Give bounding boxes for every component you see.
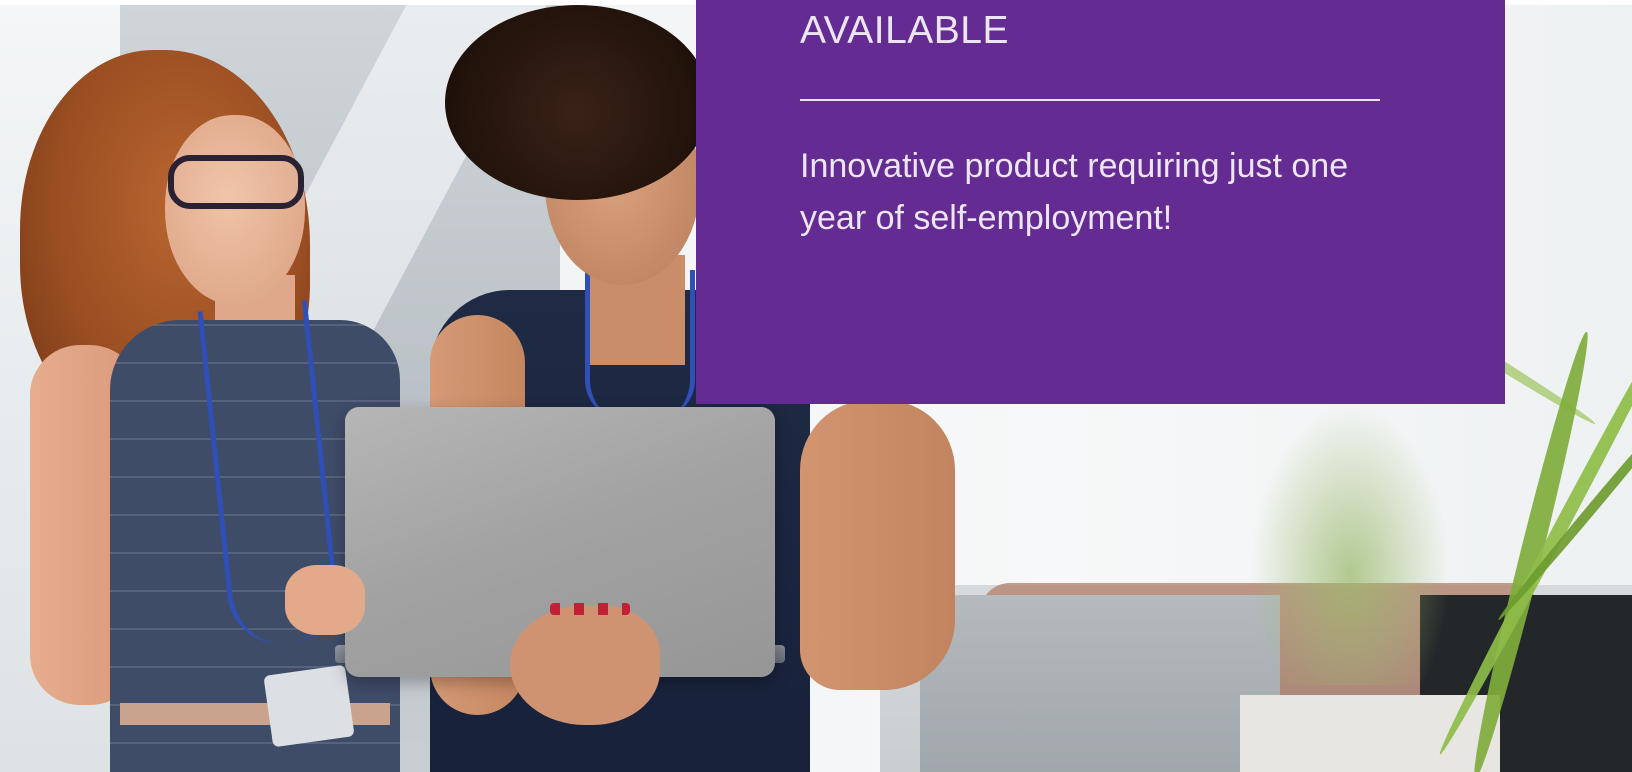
- person-left-face: [165, 115, 305, 305]
- background-plant-blurred: [1250, 405, 1450, 685]
- lanyard: [585, 270, 695, 420]
- painted-nails: [550, 603, 630, 615]
- person-right-hand: [510, 605, 660, 725]
- person-right-arm: [800, 400, 955, 690]
- promo-text: Innovative product requiring just one ye…: [800, 147, 1349, 237]
- glasses-icon: [168, 155, 304, 209]
- promo-panel: AVAILABLE Innovative product requiring j…: [696, 0, 1505, 404]
- person-right-hair: [445, 5, 710, 200]
- background-concrete-slab: [920, 595, 1280, 772]
- id-badge: [263, 664, 355, 748]
- promo-divider: [800, 99, 1380, 101]
- person-left-hand: [285, 565, 365, 635]
- promo-heading: AVAILABLE: [800, 9, 1010, 52]
- page: AVAILABLE Innovative product requiring j…: [0, 0, 1632, 772]
